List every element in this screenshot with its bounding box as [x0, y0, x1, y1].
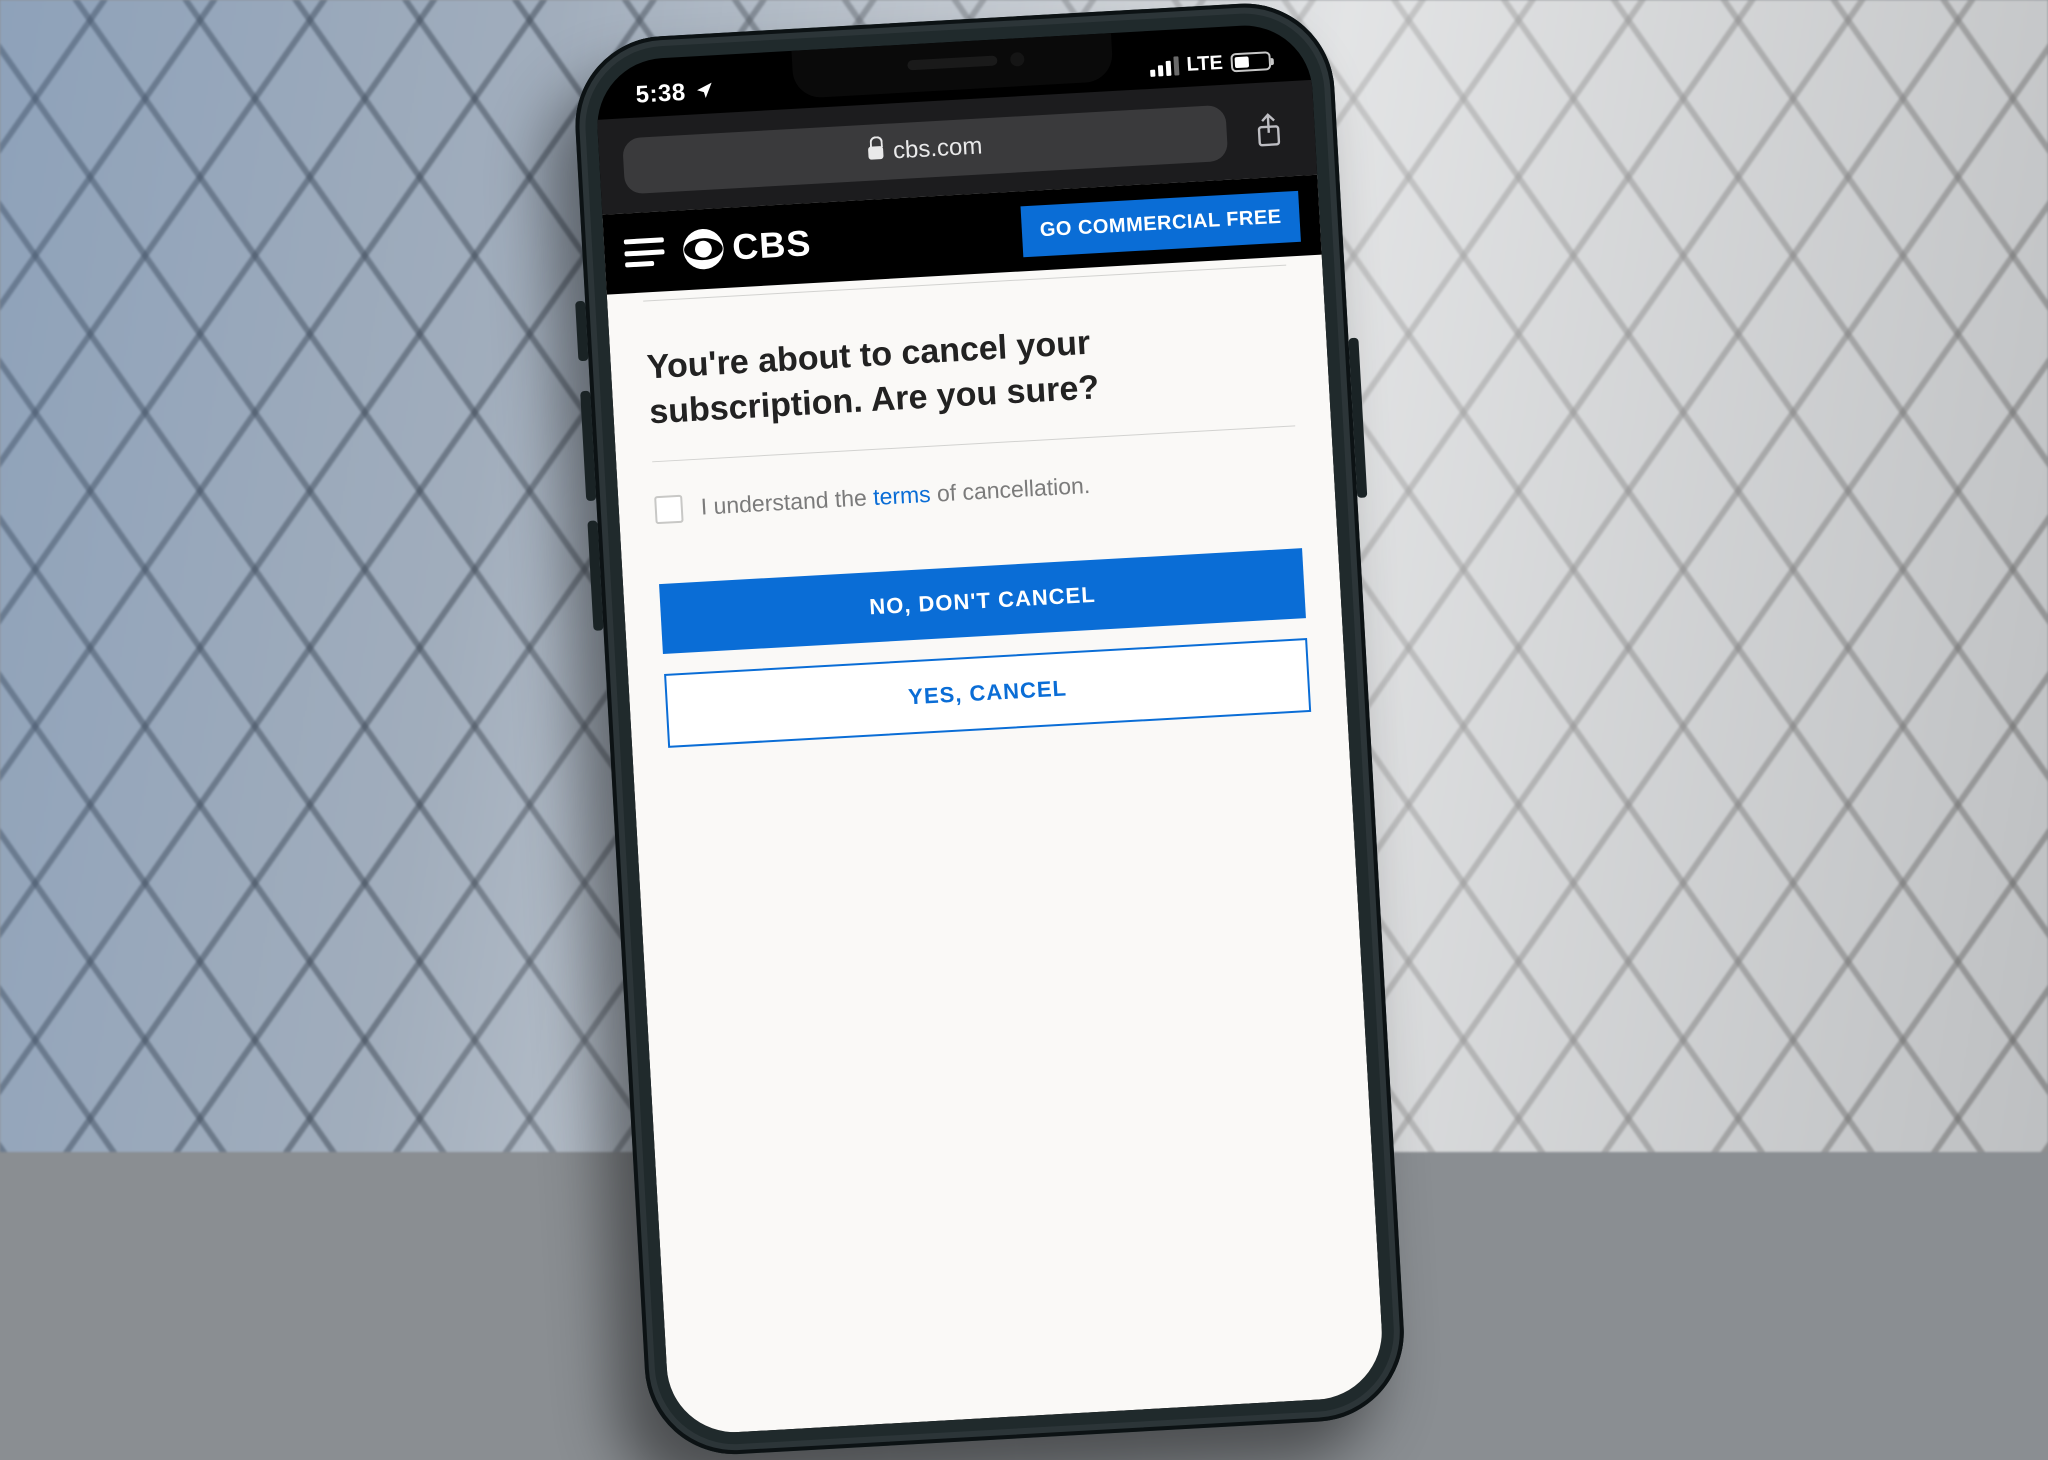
url-text: cbs.com: [892, 132, 983, 165]
go-commercial-free-button[interactable]: GO COMMERCIAL FREE: [1021, 190, 1301, 256]
cbs-eye-icon: [681, 227, 725, 271]
web-page: CBS GO COMMERCIAL FREE You're about to c…: [602, 175, 1385, 1436]
status-time: 5:38: [635, 79, 687, 110]
share-icon: [1253, 111, 1285, 149]
network-label: LTE: [1186, 51, 1224, 76]
phone-frame: 5:38 LTE cbs.com: [571, 0, 1409, 1459]
cbs-logo[interactable]: CBS: [681, 222, 812, 271]
brand-text: CBS: [731, 222, 812, 268]
mute-switch: [575, 301, 588, 361]
cellular-signal-icon: [1149, 56, 1179, 77]
lock-icon: [868, 142, 884, 161]
menu-button[interactable]: [624, 237, 666, 267]
consent-prefix: I understand the: [700, 484, 874, 520]
terms-link[interactable]: terms: [872, 481, 931, 510]
yes-cancel-button[interactable]: YES, CANCEL: [664, 638, 1311, 748]
consent-suffix: of cancellation.: [930, 472, 1091, 507]
share-button[interactable]: [1245, 107, 1291, 153]
phone-screen: 5:38 LTE cbs.com: [594, 22, 1386, 1436]
address-bar[interactable]: cbs.com: [622, 104, 1228, 194]
consent-checkbox[interactable]: [654, 494, 684, 524]
location-icon: [695, 77, 715, 106]
battery-icon: [1230, 51, 1271, 72]
consent-text: I understand the terms of cancellation.: [700, 472, 1091, 521]
cancel-dialog: You're about to cancel your subscription…: [607, 255, 1347, 750]
